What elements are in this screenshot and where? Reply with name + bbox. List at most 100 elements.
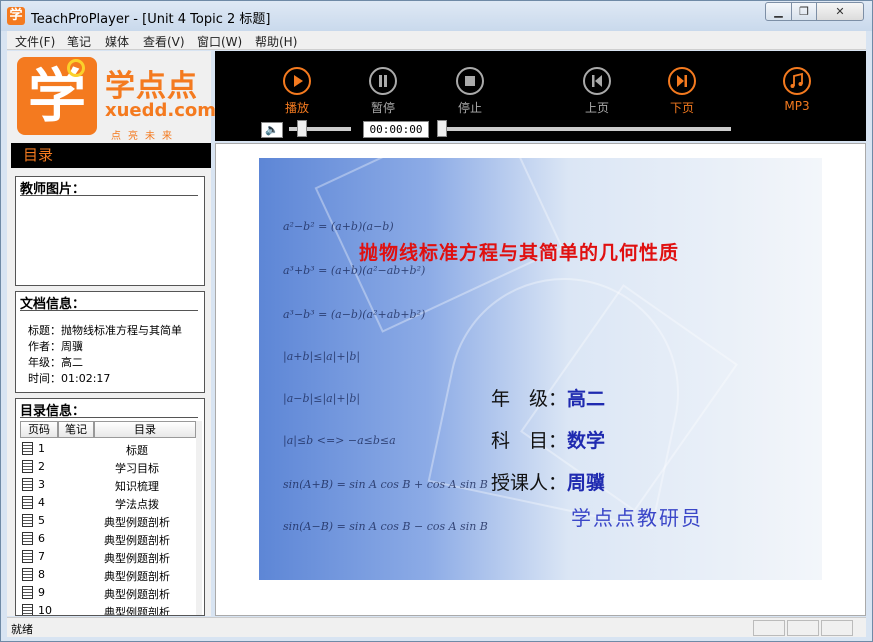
menu-window[interactable]: 窗口(W) (197, 33, 242, 50)
slide-grade-row: 年 级：高二 (491, 384, 605, 411)
subject-label: 科 目： (491, 430, 568, 452)
row-page: 9 (38, 586, 45, 599)
pause-icon (379, 75, 387, 87)
table-row[interactable]: 1 标题 (20, 440, 196, 458)
logo-name: 学点点 (105, 69, 198, 104)
stop-button[interactable]: 停止 (440, 67, 500, 116)
restore-icon: ❐ (799, 5, 809, 18)
prev-page-label: 上页 (584, 101, 609, 115)
maximize-button[interactable]: ❐ (791, 2, 817, 21)
page-icon (22, 514, 33, 527)
row-page: 3 (38, 478, 45, 491)
row-page: 2 (38, 460, 45, 473)
table-row[interactable]: 6 典型例题剖析 (20, 530, 196, 548)
slide-subject-row: 科 目：数学 (491, 426, 605, 453)
minimize-button[interactable]: ▁ (765, 2, 792, 21)
page-icon (22, 460, 33, 473)
formula: a³−b³ = (a−b)(a²+ab+b²) (283, 308, 426, 321)
page-icon (22, 496, 33, 509)
table-row[interactable]: 8 典型例题剖析 (20, 566, 196, 584)
seek-slider-track[interactable] (437, 127, 731, 131)
table-row[interactable]: 2 学习目标 (20, 458, 196, 476)
row-page: 1 (38, 442, 45, 455)
table-row[interactable]: 5 典型例题剖析 (20, 512, 196, 530)
slide-team: 学点点教研员 (571, 506, 703, 530)
volume-slider-handle[interactable] (296, 120, 307, 137)
title-bar[interactable]: 学 TeachProPlayer - [Unit 4 Topic 2 标题] ▁… (1, 1, 872, 31)
teacher-label: 授课人： (491, 472, 568, 494)
table-row[interactable]: 3 知识梳理 (20, 476, 196, 494)
table-row[interactable]: 4 学法点拨 (20, 494, 196, 512)
row-page: 10 (38, 604, 52, 616)
stop-icon (465, 76, 475, 86)
formula: |a|≤b <=> −a≤b≤a (283, 434, 396, 447)
page-icon (22, 550, 33, 563)
menu-notes[interactable]: 笔记 (67, 33, 91, 50)
prev-page-button[interactable]: 上页 (567, 67, 627, 116)
status-text: 就绪 (11, 623, 33, 636)
status-panel (821, 620, 853, 636)
row-title: 标题 (126, 444, 148, 457)
table-row[interactable]: 10 典型例题剖析 (20, 602, 196, 616)
formula: |a−b|≤|a|+|b| (283, 392, 361, 405)
menu-help[interactable]: 帮助(H) (255, 33, 297, 50)
app-window: 学 TeachProPlayer - [Unit 4 Topic 2 标题] ▁… (0, 0, 873, 642)
close-icon: ✕ (835, 5, 845, 18)
resize-grip-icon[interactable] (855, 620, 864, 636)
col-page[interactable]: 页码 (20, 421, 58, 438)
speaker-icon[interactable]: 🔈 (261, 122, 283, 138)
doc-info-title: 标题：抛物线标准方程与其简单 (28, 324, 182, 337)
mp3-button[interactable]: MP3 (767, 67, 827, 113)
pause-button[interactable]: 暂停 (353, 67, 413, 116)
logo-dot-icon (67, 59, 85, 77)
next-page-icon (677, 75, 687, 87)
teacher-photo-panel: 教师图片： (15, 176, 205, 286)
divider (20, 195, 198, 196)
pause-label: 暂停 (370, 101, 395, 115)
formula: |a+b|≤|a|+|b| (283, 350, 361, 363)
seek-slider-handle[interactable] (437, 120, 447, 137)
mp3-label: MP3 (784, 99, 810, 113)
menu-bar: 文件(F) 笔记 媒体 查看(V) 窗口(W) 帮助(H) (7, 31, 866, 50)
divider (20, 417, 198, 418)
status-panel (753, 620, 785, 636)
formula: sin(A−B) = sin A cos B − cos A sin B (283, 520, 488, 533)
col-title[interactable]: 目录 (94, 421, 196, 438)
doc-info-author: 作者：周骥 (28, 340, 83, 353)
row-title: 典型例题剖析 (104, 588, 170, 601)
grade-value: 高二 (567, 388, 606, 410)
page-icon (22, 604, 33, 615)
row-title: 学习目标 (115, 462, 159, 475)
grade-label: 年 级： (491, 388, 568, 410)
toc-header[interactable]: 目录 (11, 143, 211, 168)
status-bar: 就绪 (7, 617, 866, 637)
prev-page-icon (592, 75, 602, 87)
document-info-panel: 文档信息： 标题：抛物线标准方程与其简单 作者：周骥 年级：高二 时间：01:0… (15, 291, 205, 393)
table-row[interactable]: 7 典型例题剖析 (20, 548, 196, 566)
play-icon (294, 75, 303, 87)
menu-media[interactable]: 媒体 (105, 33, 129, 50)
next-page-button[interactable]: 下页 (652, 67, 712, 116)
formula: sin(A+B) = sin A cos B + cos A sin B (283, 478, 488, 491)
subject-value: 数学 (567, 430, 606, 452)
page-icon (22, 568, 33, 581)
slide-title: 抛物线标准方程与其简单的几何性质 (359, 242, 680, 264)
play-button[interactable]: 播放 (267, 67, 327, 116)
toc-scrollbar[interactable] (196, 421, 202, 615)
close-button[interactable]: ✕ (816, 2, 864, 21)
logo-domain: xuedd.com (105, 100, 217, 121)
page-icon (22, 532, 33, 545)
row-title: 典型例题剖析 (104, 516, 170, 529)
play-label: 播放 (284, 101, 309, 115)
menu-view[interactable]: 查看(V) (143, 33, 185, 50)
table-row[interactable]: 9 典型例题剖析 (20, 584, 196, 602)
row-title: 典型例题剖析 (104, 534, 170, 547)
row-page: 4 (38, 496, 45, 509)
col-note[interactable]: 笔记 (58, 421, 94, 438)
logo-mark: 学 (17, 57, 97, 135)
music-note-icon (790, 72, 803, 88)
stop-label: 停止 (457, 101, 482, 115)
time-display: 00:00:00 (363, 121, 429, 138)
doc-info-grade: 年级：高二 (28, 356, 83, 369)
menu-file[interactable]: 文件(F) (15, 33, 55, 50)
